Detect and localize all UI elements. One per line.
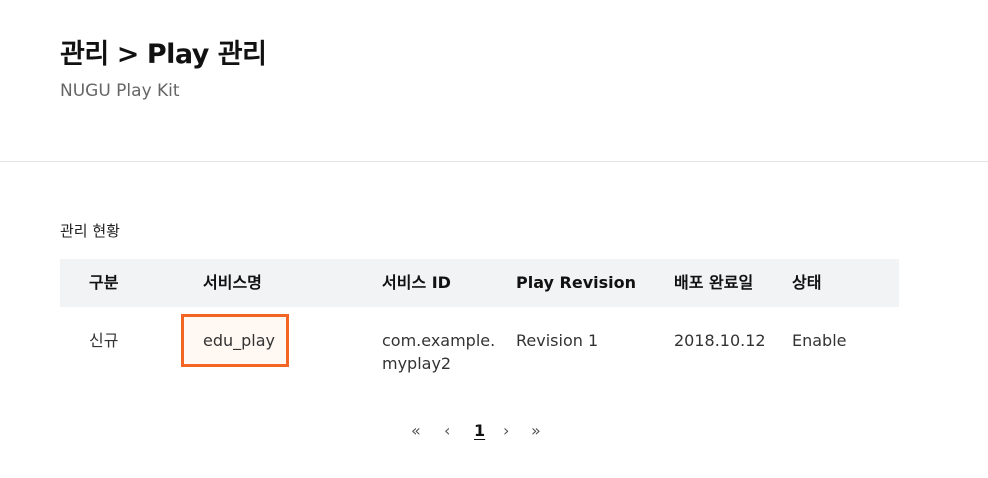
cell-deploy-date: 2018.10.12 [674, 331, 766, 350]
page: 관리 > Play 관리 NUGU Play Kit 관리 현황 구분 서비스명 서… [0, 0, 988, 478]
breadcrumb-current: Play 관리 [146, 39, 267, 70]
cell-service-name[interactable]: edu_play [203, 329, 275, 352]
column-header-deploy-date: 배포 완료일 [674, 273, 754, 292]
cell-play-revision: Revision 1 [516, 331, 599, 350]
management-table: 구분 서비스명 서비스 ID Play Revision 배포 완료일 상태 신… [60, 259, 899, 417]
section-title: 관리 현황 [60, 222, 120, 240]
breadcrumb-parent[interactable]: 관리 [60, 39, 109, 70]
table-header: 구분 서비스명 서비스 ID Play Revision 배포 완료일 상태 [60, 259, 899, 307]
cell-service-id: com.example.myplay2 [382, 331, 496, 373]
pagination: « ‹ 1 › » [0, 420, 988, 442]
cell-status: Enable [792, 331, 847, 350]
cell-type: 신규 [89, 331, 119, 350]
table-row[interactable]: 신규 edu_play com.example.myplay2 Revision… [60, 307, 899, 417]
column-header-play-revision: Play Revision [516, 273, 636, 292]
prev-page-icon[interactable]: ‹ [444, 420, 450, 442]
page-title: 관리 > Play 관리 [60, 32, 267, 71]
page-number-current[interactable]: 1 [474, 420, 485, 442]
next-page-icon[interactable]: › [503, 420, 509, 442]
column-header-service-id: 서비스 ID [382, 273, 451, 292]
column-header-service-name: 서비스명 [203, 273, 262, 292]
last-page-icon[interactable]: » [531, 420, 541, 442]
page-subtitle: NUGU Play Kit [60, 81, 180, 101]
header-divider [0, 161, 988, 162]
column-header-type: 구분 [89, 273, 119, 292]
breadcrumb-separator-icon: > [116, 39, 140, 70]
column-header-status: 상태 [792, 273, 822, 292]
first-page-icon[interactable]: « [411, 420, 421, 442]
